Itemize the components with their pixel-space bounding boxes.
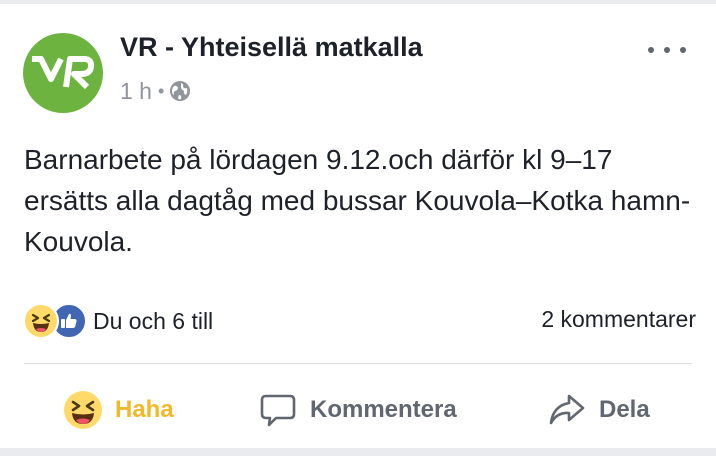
share-icon [549, 394, 585, 425]
haha-button[interactable]: Haha [63, 388, 174, 432]
vr-logo-icon [32, 56, 95, 90]
more-options-button[interactable] [648, 38, 686, 62]
post-meta: 1 h • [120, 76, 191, 106]
haha-label: Haha [115, 396, 174, 423]
divider [24, 363, 692, 364]
comment-icon [260, 394, 296, 427]
comment-button[interactable]: Kommentera [258, 388, 457, 432]
page-name[interactable]: VR - Yhteisellä matkalla [120, 32, 423, 63]
reaction-summary[interactable]: Du och 6 till [23, 303, 213, 339]
post-time[interactable]: 1 h [120, 78, 152, 105]
reaction-count[interactable]: Du och 6 till [93, 308, 213, 335]
more-dot-icon [648, 47, 654, 53]
post-text: Barnarbete på lördagen 9.12.och därför k… [24, 144, 691, 257]
post-card: VR - Yhteisellä matkalla 1 h • Barnarbet… [0, 4, 716, 448]
page-avatar[interactable] [23, 33, 103, 113]
more-dot-icon [664, 47, 670, 53]
more-dot-icon [680, 47, 686, 53]
share-label: Dela [599, 396, 650, 423]
comments-count[interactable]: 2 kommentarer [541, 306, 696, 333]
haha-icon [23, 303, 59, 339]
meta-separator: • [157, 80, 165, 101]
haha-icon [64, 391, 102, 429]
globe-icon [170, 81, 191, 101]
share-button[interactable]: Dela [547, 388, 650, 432]
comment-label: Kommentera [310, 396, 457, 423]
